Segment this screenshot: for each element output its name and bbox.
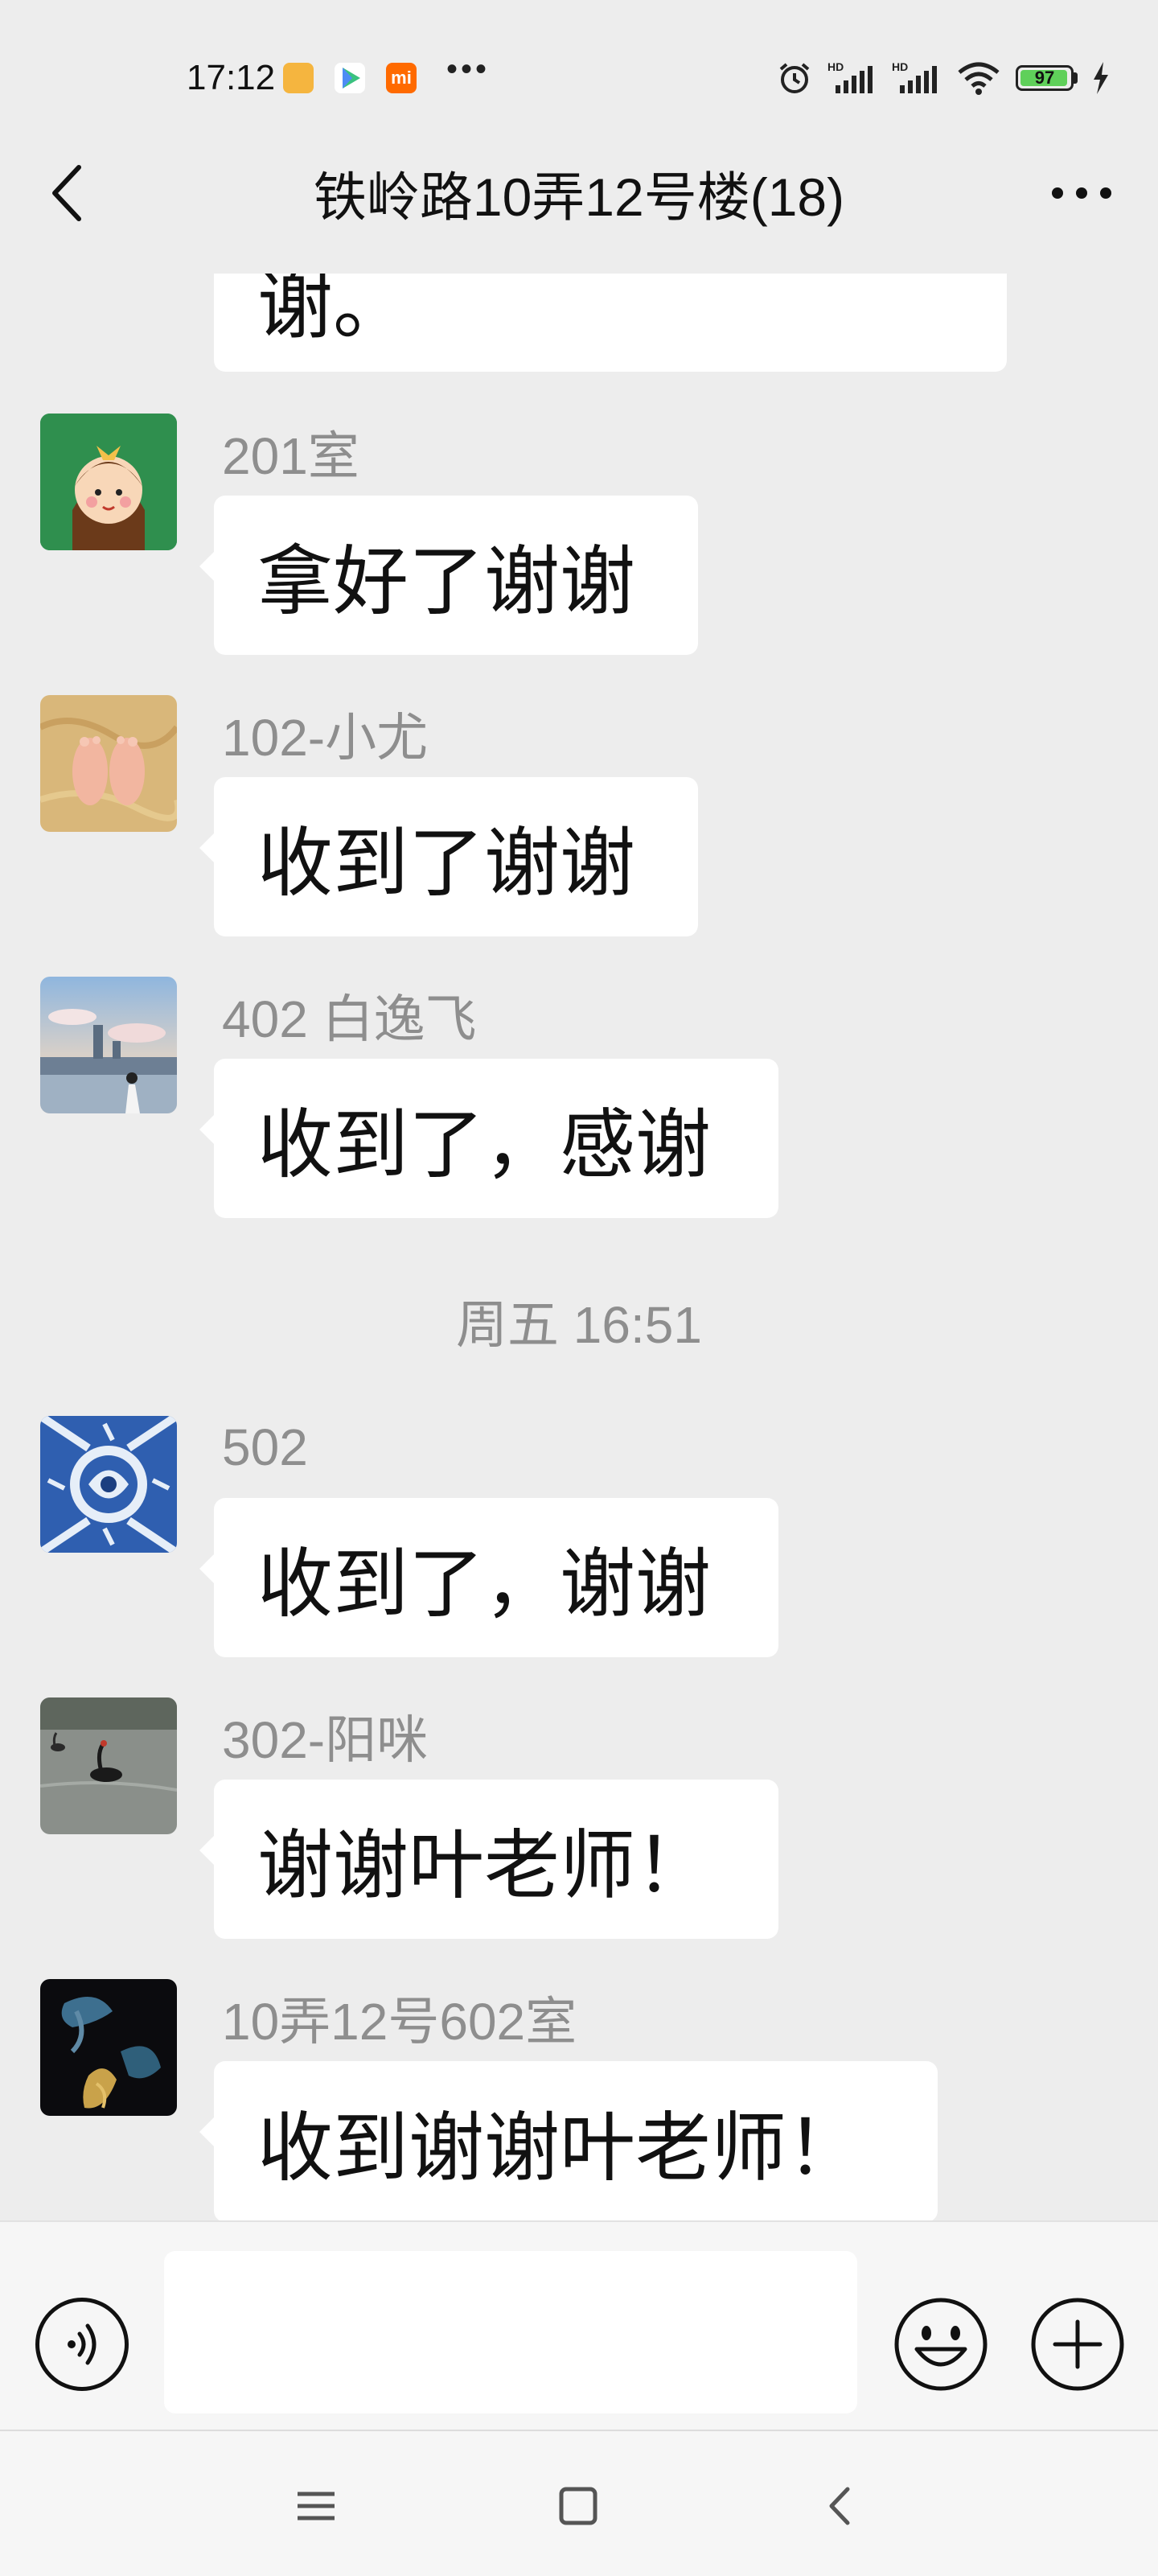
message-bubble[interactable]: 拿好了谢谢 xyxy=(199,496,698,655)
city-skyline-avatar xyxy=(40,977,177,1113)
alarm-icon xyxy=(779,63,810,93)
avatar[interactable] xyxy=(40,414,177,550)
more-notifications-icon: ••• xyxy=(446,51,491,87)
emoji-button[interactable] xyxy=(893,2296,989,2393)
sender-name: 502 xyxy=(222,1418,308,1476)
status-icons: HD HD 97 xyxy=(776,60,1110,97)
message-input[interactable] xyxy=(164,2251,857,2413)
back-chevron-icon xyxy=(829,2487,850,2525)
betta-fish-avatar xyxy=(40,1979,177,2116)
more-dots-icon xyxy=(1052,187,1111,199)
play-store-icon xyxy=(335,63,365,93)
avatar[interactable] xyxy=(40,1416,177,1553)
more-actions-button[interactable] xyxy=(1029,2296,1126,2393)
hd-signal-icon: HD xyxy=(892,60,937,93)
chat-title: 铁岭路10弄12号楼(18) xyxy=(313,167,845,227)
svg-text:HD: HD xyxy=(827,60,844,73)
recent-apps-button[interactable] xyxy=(288,2478,344,2534)
message-bubble[interactable]: 收到了，谢谢 xyxy=(199,1498,778,1657)
hd-signal-icon: HD xyxy=(827,60,873,93)
more-options-button[interactable] xyxy=(1045,169,1118,217)
gallery-app-icon xyxy=(283,63,314,93)
message-text: 收到了，谢谢 xyxy=(257,1541,712,1626)
timestamp-divider: 周五 16:51 xyxy=(456,1296,702,1354)
message-text: 谢。 xyxy=(257,274,409,348)
home-square-icon xyxy=(559,2487,597,2525)
charging-icon xyxy=(1094,62,1108,94)
message-bubble[interactable]: 收到谢谢叶老师！ xyxy=(199,2061,938,2220)
message-bubble[interactable]: 谢。 xyxy=(214,274,1007,372)
message-bubble[interactable]: 收到了，感谢 xyxy=(199,1059,778,1218)
message-text: 收到了，感谢 xyxy=(257,1102,712,1187)
message-text: 拿好了谢谢 xyxy=(257,539,636,623)
message-text: 收到谢谢叶老师！ xyxy=(257,2105,863,2190)
baby-feet-avatar xyxy=(40,695,177,832)
voice-icon xyxy=(68,2323,96,2365)
sender-name: 302-阳咪 xyxy=(222,1711,429,1769)
avatar[interactable] xyxy=(40,1979,177,2116)
wifi-icon xyxy=(958,62,1000,95)
status-time: 17:12 xyxy=(187,58,276,97)
emoji-icon xyxy=(894,2298,988,2391)
sender-name: 402 白逸飞 xyxy=(222,990,477,1048)
message-bubble[interactable]: 收到了谢谢 xyxy=(199,777,698,936)
voice-button[interactable] xyxy=(35,2298,129,2391)
sender-name: 10弄12号602室 xyxy=(222,1993,577,2051)
battery-icon: 97 xyxy=(1016,65,1078,91)
sender-name: 201室 xyxy=(222,427,359,485)
blue-tile-avatar xyxy=(40,1416,177,1553)
avatar[interactable] xyxy=(40,977,177,1113)
system-back-button[interactable] xyxy=(812,2478,868,2534)
message-bubble[interactable]: 谢谢叶老师！ xyxy=(199,1780,778,1939)
mi-app-icon: mi xyxy=(386,63,417,93)
home-button[interactable] xyxy=(550,2478,606,2534)
cartoon-girl-avatar xyxy=(40,414,177,550)
avatar[interactable] xyxy=(40,1697,177,1834)
message-text: 谢谢叶老师！ xyxy=(257,1823,712,1907)
swan-lake-avatar xyxy=(40,1697,177,1834)
message-text: 收到了谢谢 xyxy=(257,821,636,905)
svg-text:HD: HD xyxy=(892,60,908,73)
menu-icon xyxy=(298,2492,335,2520)
status-bar: 17:12 mi ••• HD HD 97 xyxy=(0,0,1158,145)
sender-name: 102-小尤 xyxy=(222,709,429,767)
plus-icon xyxy=(1031,2298,1124,2391)
avatar[interactable] xyxy=(40,695,177,832)
message-list[interactable]: 谢。 201室 拿好了谢谢 102-小尤 收到了谢谢 402 白逸飞 收到了，感… xyxy=(0,274,1158,2220)
battery-level: 97 xyxy=(1034,68,1055,88)
